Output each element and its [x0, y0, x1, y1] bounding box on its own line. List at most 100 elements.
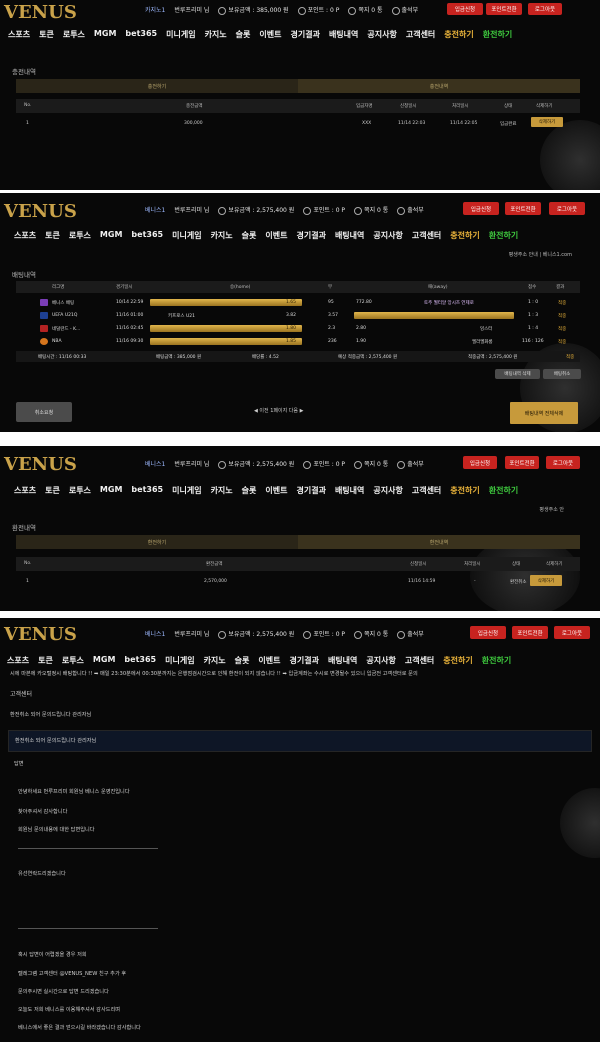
- cell-draw: 95: [328, 300, 334, 305]
- site-address-link[interactable]: 평생주소 안내 | 베니스1.com: [509, 251, 572, 258]
- messages[interactable]: 쪽지 0 통: [348, 5, 383, 15]
- site-address-link[interactable]: 평생주소 안: [539, 506, 564, 513]
- point-exchange-button[interactable]: 포인트전환: [486, 3, 522, 15]
- nav-notice[interactable]: 공지사항: [366, 655, 395, 666]
- nav-bet-history[interactable]: 배팅내역: [329, 29, 358, 40]
- tab-withdraw[interactable]: 환전하기: [16, 535, 298, 549]
- deposit-request-button[interactable]: 입금신청: [470, 626, 506, 639]
- nav-deposit[interactable]: 충전하기: [450, 230, 479, 241]
- nav-token[interactable]: 토큰: [45, 230, 60, 241]
- site-logo[interactable]: VENUS: [4, 2, 77, 23]
- nav-lotus[interactable]: 로투스: [63, 29, 85, 40]
- nav-minigame[interactable]: 미니게임: [172, 485, 201, 496]
- nav-support[interactable]: 고객센터: [406, 29, 435, 40]
- nav-slot[interactable]: 슬롯: [242, 230, 257, 241]
- nav-event[interactable]: 이벤트: [259, 29, 281, 40]
- nav-sports[interactable]: 스포츠: [8, 29, 30, 40]
- nav-withdraw[interactable]: 환전하기: [489, 230, 518, 241]
- point-exchange-button[interactable]: 포인트전환: [505, 456, 539, 469]
- nav-notice[interactable]: 공지사항: [373, 485, 402, 496]
- nav-results[interactable]: 경기결과: [296, 485, 325, 496]
- main-nav: 스포츠 토큰 로투스 MGM bet365 미니게임 카지노 슬롯 이벤트 경기…: [14, 230, 518, 241]
- logout-button[interactable]: 로그아웃: [549, 202, 585, 215]
- nav-bet365[interactable]: bet365: [125, 29, 157, 40]
- attendance-link[interactable]: 출석부: [391, 5, 418, 15]
- deposit-request-button[interactable]: 입금신청: [463, 202, 499, 215]
- nav-event[interactable]: 이벤트: [265, 230, 287, 241]
- nav-token[interactable]: 토큰: [38, 655, 53, 666]
- delete-button[interactable]: 삭제하기: [531, 117, 563, 127]
- nav-casino[interactable]: 카지노: [204, 655, 226, 666]
- nav-bet-history[interactable]: 배팅내역: [335, 230, 364, 241]
- messages[interactable]: 쪽지 0 통: [354, 459, 388, 469]
- cancel-request-button[interactable]: 취소요청: [16, 402, 72, 422]
- site-logo[interactable]: VENUS: [4, 624, 77, 645]
- tab-deposit[interactable]: 충전하기: [16, 79, 298, 93]
- messages[interactable]: 쪽지 0 통: [354, 629, 388, 639]
- logout-button[interactable]: 로그아웃: [546, 456, 580, 469]
- nav-casino[interactable]: 카지노: [211, 230, 233, 241]
- nav-mgm[interactable]: MGM: [100, 230, 123, 241]
- nav-sports[interactable]: 스포츠: [14, 230, 36, 241]
- nav-slot[interactable]: 슬롯: [242, 485, 257, 496]
- nav-mgm[interactable]: MGM: [93, 655, 116, 666]
- nav-notice[interactable]: 공지사항: [373, 230, 402, 241]
- point-exchange-button[interactable]: 포인트전환: [512, 626, 548, 639]
- nav-bet365[interactable]: bet365: [131, 485, 163, 496]
- nav-results[interactable]: 경기결과: [290, 29, 319, 40]
- nav-bet365[interactable]: bet365: [131, 230, 163, 241]
- nav-withdraw[interactable]: 환전하기: [489, 485, 518, 496]
- nav-deposit[interactable]: 충전하기: [450, 485, 479, 496]
- nav-slot[interactable]: 슬롯: [236, 29, 251, 40]
- deposit-request-button[interactable]: 입금신청: [447, 3, 483, 15]
- attendance-link[interactable]: 출석부: [397, 459, 424, 469]
- deposit-request-button[interactable]: 입금신청: [463, 456, 497, 469]
- nav-slot[interactable]: 슬롯: [235, 655, 250, 666]
- nav-deposit[interactable]: 충전하기: [443, 655, 472, 666]
- tab-withdraw-history[interactable]: 환전내역: [298, 535, 580, 549]
- nav-results[interactable]: 경기결과: [296, 230, 325, 241]
- nav-support[interactable]: 고객센터: [412, 485, 441, 496]
- delete-button[interactable]: 삭제하기: [530, 575, 562, 586]
- nav-sports[interactable]: 스포츠: [7, 655, 29, 666]
- nav-casino[interactable]: 카지노: [205, 29, 227, 40]
- nav-minigame[interactable]: 미니게임: [165, 655, 194, 666]
- attendance-link[interactable]: 출석부: [397, 205, 424, 215]
- nav-token[interactable]: 토큰: [39, 29, 54, 40]
- nav-event[interactable]: 이벤트: [265, 485, 287, 496]
- nav-lotus[interactable]: 로투스: [62, 655, 84, 666]
- delete-bet-history-button[interactable]: 배팅내역 삭제: [495, 369, 540, 379]
- site-logo[interactable]: VENUS: [4, 201, 77, 222]
- nav-bet-history[interactable]: 배팅내역: [328, 655, 357, 666]
- inquiry-subject[interactable]: 환전취소 되어 문의드립니다 관리자님: [10, 711, 91, 718]
- attendance-link[interactable]: 출석부: [397, 629, 424, 639]
- site-logo[interactable]: VENUS: [4, 454, 77, 475]
- nav-deposit[interactable]: 충전하기: [444, 29, 473, 40]
- nav-mgm[interactable]: MGM: [100, 485, 123, 496]
- logout-button[interactable]: 로그아웃: [554, 626, 590, 639]
- nav-support[interactable]: 고객센터: [412, 230, 441, 241]
- nav-results[interactable]: 경기결과: [289, 655, 318, 666]
- nav-token[interactable]: 토큰: [45, 485, 60, 496]
- nav-minigame[interactable]: 미니게임: [166, 29, 195, 40]
- nav-event[interactable]: 이벤트: [258, 655, 280, 666]
- nav-minigame[interactable]: 미니게임: [172, 230, 201, 241]
- logout-button[interactable]: 로그아웃: [528, 3, 562, 15]
- point-exchange-button[interactable]: 포인트전환: [505, 202, 541, 215]
- nav-notice[interactable]: 공지사항: [367, 29, 396, 40]
- nav-support[interactable]: 고객센터: [405, 655, 434, 666]
- nav-withdraw[interactable]: 환전하기: [482, 655, 511, 666]
- pagination[interactable]: ◀ 이전 1페이지 다음 ▶: [254, 407, 303, 414]
- tab-deposit-history[interactable]: 충전내역: [298, 79, 580, 93]
- nav-sports[interactable]: 스포츠: [14, 485, 36, 496]
- delete-all-history-button[interactable]: 배팅내역 전체삭제: [510, 402, 578, 424]
- bet-cancel-button[interactable]: 배팅취소: [543, 369, 581, 379]
- nav-lotus[interactable]: 로투스: [69, 230, 91, 241]
- messages[interactable]: 쪽지 0 통: [354, 205, 388, 215]
- nav-casino[interactable]: 카지노: [211, 485, 233, 496]
- nav-withdraw[interactable]: 환전하기: [483, 29, 512, 40]
- nav-lotus[interactable]: 로투스: [69, 485, 91, 496]
- nav-bet-history[interactable]: 배팅내역: [335, 485, 364, 496]
- nav-mgm[interactable]: MGM: [94, 29, 117, 40]
- nav-bet365[interactable]: bet365: [124, 655, 156, 666]
